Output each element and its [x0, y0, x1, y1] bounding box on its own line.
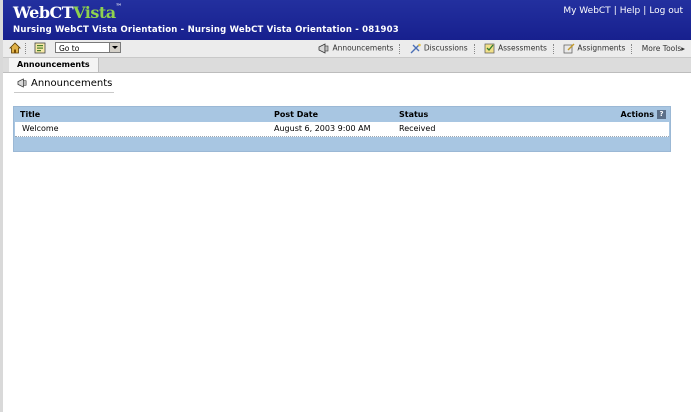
tab-announcements[interactable]: Announcements [9, 58, 99, 72]
help-icon[interactable]: ? [657, 110, 666, 119]
tool-discussions-label: Discussions [423, 43, 468, 53]
column-header-status[interactable]: Status [399, 110, 428, 119]
app-header: WebCTVista™ My WebCT | Help | Log out Nursin… [3, 0, 691, 40]
tool-links: Announcements Discussions Assessments As… [312, 43, 685, 55]
chevron-down-icon[interactable] [109, 43, 120, 52]
more-tools-menu[interactable]: More Tools▸ [642, 44, 685, 53]
announcements-icon [17, 78, 28, 88]
home-icon[interactable] [9, 42, 21, 54]
table-header: Title Post Date Status Actions? [14, 107, 670, 121]
tool-announcements-label: Announcements [332, 43, 394, 53]
page-title-text: Announcements [31, 78, 113, 89]
announcement-title-link[interactable]: Welcome [22, 124, 59, 133]
tool-assessments-label: Assessments [498, 43, 547, 53]
webct-vista-logo[interactable]: WebCTVista™ [13, 3, 122, 22]
announcements-icon [318, 43, 330, 54]
assignments-icon [563, 43, 575, 54]
tool-discussions[interactable]: Discussions [410, 43, 468, 54]
goto-select[interactable]: Go to [55, 42, 121, 53]
tool-assignments-label: Assignments [577, 43, 626, 53]
announcement-post-date: August 6, 2003 9:00 AM [274, 124, 371, 133]
column-header-title[interactable]: Title [20, 110, 40, 119]
goto-select-value: Go to [59, 44, 80, 53]
announcement-status: Received [399, 124, 436, 133]
course-toolbar: Go to Announcements Discussions Assessme… [3, 40, 691, 58]
tool-assessments[interactable]: Assessments [484, 43, 547, 54]
table-row: Welcome August 6, 2003 9:00 AM Received [15, 122, 669, 137]
title-divider [14, 92, 114, 93]
tool-announcements[interactable]: Announcements [318, 43, 393, 54]
discussions-icon [410, 43, 422, 54]
assessments-icon [484, 43, 496, 54]
column-header-post-date[interactable]: Post Date [274, 110, 318, 119]
more-tools-label: More Tools▸ [641, 43, 685, 53]
help-link[interactable]: Help [620, 6, 641, 16]
course-title: Nursing WebCT Vista Orientation - Nursin… [13, 25, 399, 35]
toolbar-divider [25, 43, 27, 54]
course-map-icon[interactable] [34, 42, 46, 54]
tool-assignments[interactable]: Assignments [563, 43, 625, 54]
my-webct-link[interactable]: My WebCT [563, 6, 610, 16]
tab-bar: Announcements [3, 58, 691, 73]
logo-text-main: WebCT [13, 3, 74, 22]
page-title: Announcements [17, 78, 112, 89]
top-links: My WebCT | Help | Log out [563, 6, 683, 16]
announcements-table: Title Post Date Status Actions? Welcome … [13, 106, 671, 152]
column-header-actions: Actions? [621, 110, 666, 119]
logo-trademark: ™ [115, 3, 122, 10]
logo-text-accent: Vista [73, 3, 116, 22]
log-out-link[interactable]: Log out [649, 6, 683, 16]
column-header-actions-label: Actions [620, 110, 654, 119]
